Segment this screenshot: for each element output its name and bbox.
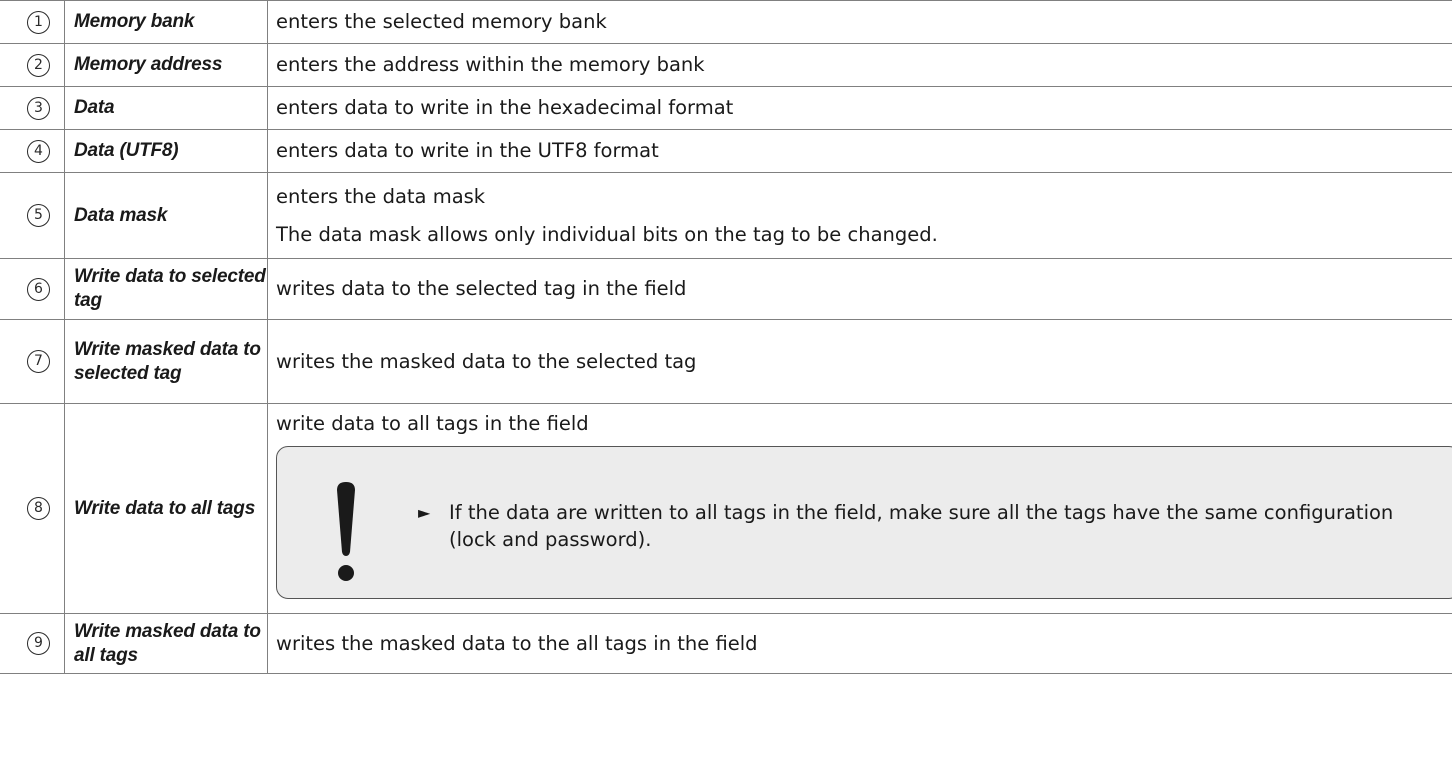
note-list-item: ► If the data are written to all tags in… <box>418 499 1440 553</box>
term-cell: Data (UTF8) <box>64 129 268 173</box>
table-row: 4 Data (UTF8) enters data to write in th… <box>0 129 1452 173</box>
description-cell: enters data to write in the hexadecimal … <box>267 86 1452 130</box>
description-text: writes the masked data to the all tags i… <box>276 631 758 655</box>
term-cell: Data mask <box>64 172 268 259</box>
reference-table: 1 Memory bank enters the selected memory… <box>0 0 1452 674</box>
description-cell: writes data to the selected tag in the f… <box>267 258 1452 320</box>
row-number-cell: 5 <box>0 172 65 259</box>
description-text: enters the address within the memory ban… <box>276 53 705 76</box>
table-row: 9 Write masked data to all tags writes t… <box>0 613 1452 674</box>
term-label: Data mask <box>74 204 168 226</box>
term-label: Memory bank <box>74 11 195 32</box>
description-text: enters the data mask <box>276 184 486 208</box>
description-cell: enters data to write in the UTF8 format <box>267 129 1452 173</box>
table-row: 8 Write data to all tags write data to a… <box>0 403 1452 614</box>
circled-number: 2 <box>27 53 50 77</box>
description-text: enters the selected memory bank <box>276 10 607 33</box>
description-cell: writes the masked data to the all tags i… <box>267 613 1452 674</box>
term-cell: Write data to all tags <box>64 403 268 614</box>
circled-number: 8 <box>27 497 50 520</box>
term-label: Memory address <box>74 54 223 75</box>
term-label: Write data to all tags <box>74 497 256 519</box>
description-text: writes data to the selected tag in the f… <box>276 277 687 300</box>
table-row: 7 Write masked data to selected tag writ… <box>0 319 1452 404</box>
term-label: Data <box>74 97 115 118</box>
row-number-cell: 6 <box>0 258 65 320</box>
circled-number: 9 <box>27 632 50 655</box>
triangle-right-icon: ► <box>418 503 431 522</box>
row-number-cell: 8 <box>0 403 65 614</box>
description-cell: enters the address within the memory ban… <box>267 43 1452 87</box>
description-cell: writes the masked data to the selected t… <box>267 319 1452 404</box>
description-cell: write data to all tags in the field ► If… <box>267 403 1452 614</box>
circled-number: 6 <box>27 277 50 301</box>
row-number-cell: 2 <box>0 43 65 87</box>
description-text: write data to all tags in the field <box>276 412 589 435</box>
circled-number: 3 <box>27 96 50 120</box>
description-cell: enters the selected memory bank <box>267 0 1452 44</box>
description-text: The data mask allows only individual bit… <box>276 222 938 246</box>
term-label: Write data to selected tag <box>74 266 266 311</box>
description-text: enters data to write in the UTF8 format <box>276 139 659 162</box>
row-number-cell: 3 <box>0 86 65 130</box>
term-cell: Write masked data to all tags <box>64 613 268 674</box>
table-row: 5 Data mask enters the data mask The dat… <box>0 172 1452 259</box>
term-label: Data (UTF8) <box>74 140 179 161</box>
table-row: 3 Data enters data to write in the hexad… <box>0 86 1452 130</box>
row-number-cell: 9 <box>0 613 65 674</box>
table-row: 1 Memory bank enters the selected memory… <box>0 0 1452 44</box>
attention-note-box: ► If the data are written to all tags in… <box>276 446 1452 599</box>
term-cell: Write masked data to selected tag <box>64 319 268 404</box>
term-label: Write masked data to selected tag <box>74 338 261 384</box>
term-label: Write masked data to all tags <box>74 620 261 666</box>
term-cell: Memory address <box>64 43 268 87</box>
note-text: If the data are written to all tags in t… <box>449 501 1394 551</box>
row-number-cell: 7 <box>0 319 65 404</box>
exclamation-icon <box>337 482 355 581</box>
table-row: 6 Write data to selected tag writes data… <box>0 258 1452 320</box>
circled-number: 5 <box>27 204 50 227</box>
circled-number: 7 <box>27 350 50 373</box>
row-number-cell: 4 <box>0 129 65 173</box>
term-cell: Write data to selected tag <box>64 258 268 320</box>
row-number-cell: 1 <box>0 0 65 44</box>
circled-number: 1 <box>27 10 50 34</box>
description-text: writes the masked data to the selected t… <box>276 349 697 373</box>
circled-number: 4 <box>27 139 50 163</box>
description-text: enters data to write in the hexadecimal … <box>276 96 734 119</box>
term-cell: Memory bank <box>64 0 268 44</box>
term-cell: Data <box>64 86 268 130</box>
description-cell: enters the data mask The data mask allow… <box>267 172 1452 259</box>
table-row: 2 Memory address enters the address with… <box>0 43 1452 87</box>
